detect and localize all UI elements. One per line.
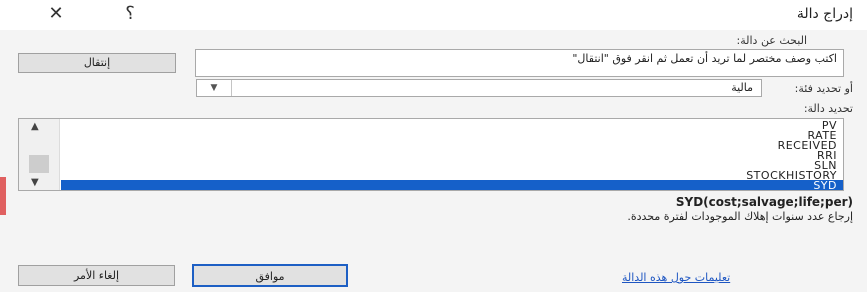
chevron-down-icon[interactable]: ▼	[197, 80, 232, 96]
category-value: مالية	[731, 81, 753, 94]
left-edge-marker	[0, 177, 6, 215]
scrollbar-thumb[interactable]	[29, 155, 49, 173]
scroll-down-icon[interactable]: ▼	[31, 177, 39, 188]
scroll-up-icon[interactable]: ▲	[31, 121, 39, 132]
insert-function-dialog: ✕ ؟ إدراج دالة البحث عن دالة: اكتب وصف م…	[0, 0, 867, 292]
close-icon[interactable]: ✕	[44, 3, 68, 25]
cancel-button[interactable]: إلغاء الأمر	[18, 265, 175, 286]
help-link[interactable]: تعليمات حول هذه الدالة	[622, 271, 730, 284]
category-label: أو تحديد فئة:	[794, 82, 853, 95]
function-list-scrollbar[interactable]: ▲ ▼	[19, 119, 60, 190]
category-select[interactable]: ▼ مالية	[196, 79, 762, 97]
dialog-title: إدراج دالة	[796, 6, 853, 22]
function-list-label: تحديد دالة:	[803, 102, 853, 115]
function-description: إرجاع عدد سنوات إهلاك الموجودات لفترة مح…	[627, 210, 853, 223]
function-list[interactable]: ▲ ▼ PV RATE RECEIVED RRI SLN STOCKHISTOR…	[18, 118, 844, 191]
function-syntax: SYD(cost;salvage;life;per)	[675, 195, 853, 209]
ok-button[interactable]: موافق	[192, 264, 348, 287]
search-input[interactable]: اكتب وصف مختصر لما تريد أن تعمل ثم انقر …	[195, 49, 844, 77]
go-button[interactable]: إنتقال	[18, 53, 176, 73]
search-label: البحث عن دالة:	[736, 34, 807, 47]
help-icon[interactable]: ؟	[118, 3, 142, 25]
title-bar: ✕ ؟ إدراج دالة	[0, 0, 867, 30]
list-item-selected[interactable]: SYD	[61, 180, 843, 190]
